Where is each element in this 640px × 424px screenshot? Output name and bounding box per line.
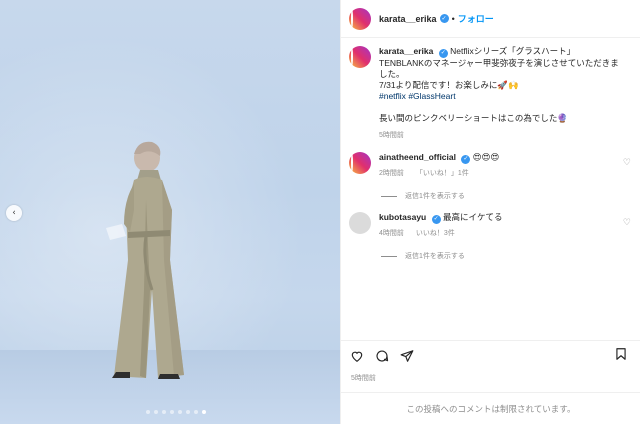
- carousel-dot: [146, 410, 150, 414]
- carousel-dot: [186, 410, 190, 414]
- comment-text: 😍😍😍: [472, 152, 500, 162]
- view-replies-button[interactable]: 返信1件を表示する: [381, 191, 465, 201]
- caption-line: 長い間のピンクベリーショートはこの為でした🔮: [379, 112, 568, 123]
- header-separator: •: [451, 13, 455, 24]
- view-replies-label: 返信1件を表示する: [405, 193, 465, 200]
- caption-body: karata__erika ✓ Netflixシリーズ「グラスハート」 TENB…: [379, 46, 619, 141]
- caption-meta: 5時間前: [379, 130, 619, 141]
- comment-time[interactable]: 2時間前: [379, 170, 404, 177]
- carousel-dot-active: [202, 410, 206, 414]
- follow-button[interactable]: フォロー: [458, 12, 494, 25]
- commenter-avatar[interactable]: [349, 152, 371, 174]
- caption-line: 7/31より配信です！お楽しみに🚀🙌: [379, 79, 519, 90]
- comment-meta: 2時間前 「いいね！」1件: [379, 168, 619, 179]
- caption-avatar[interactable]: [349, 46, 371, 68]
- post-timestamp[interactable]: 5時間前: [351, 373, 376, 383]
- post-header: karata__erika ✓ • フォロー: [341, 0, 640, 38]
- comment-likes[interactable]: 「いいね！」1件: [416, 170, 469, 177]
- replies-line: [381, 195, 397, 197]
- carousel-dot: [170, 410, 174, 414]
- comment-item: kubotasayu ✓ 最高にイケてる 4時間前 いいね！3件: [349, 212, 619, 239]
- comment-body: kubotasayu ✓ 最高にイケてる 4時間前 いいね！3件: [379, 212, 619, 239]
- heart-icon: [351, 351, 363, 362]
- post-details-panel: karata__erika ✓ • フォロー karata__erika ✓ N…: [340, 0, 640, 424]
- caption: karata__erika ✓ Netflixシリーズ「グラスハート」 TENB…: [349, 46, 619, 141]
- carousel-dot: [154, 410, 158, 414]
- post-actions-bar: [341, 340, 640, 370]
- post-image[interactable]: ‹: [0, 0, 340, 424]
- replies-line: [381, 255, 397, 257]
- caption-line: TENBLANKのマネージャー甲斐弥夜子を演じさせていただきました。: [379, 57, 619, 79]
- author-avatar[interactable]: [349, 7, 371, 30]
- chevron-left-icon: ‹: [12, 208, 16, 218]
- verified-badge-icon: ✓: [439, 14, 449, 23]
- comment-likes[interactable]: いいね！3件: [416, 230, 455, 237]
- bookmark-icon: [616, 348, 626, 360]
- caption-username[interactable]: karata__erika: [379, 46, 433, 56]
- commenter-username[interactable]: kubotasayu: [379, 212, 426, 222]
- commenter-avatar[interactable]: [349, 212, 371, 234]
- comment-text: 最高にイケてる: [443, 212, 503, 222]
- comment-meta: 4時間前 いいね！3件: [379, 228, 619, 239]
- verified-badge-icon: ✓: [461, 154, 471, 164]
- comments-restricted-notice: この投稿へのコメントは制限されています。: [341, 392, 640, 424]
- view-replies-button[interactable]: 返信1件を表示する: [381, 251, 465, 261]
- paper-plane-icon: [400, 349, 414, 362]
- like-comment-heart-icon[interactable]: ♡: [623, 218, 631, 228]
- carousel-dots: [146, 410, 206, 414]
- caption-line: Netflixシリーズ「グラスハート」: [450, 46, 576, 56]
- like-comment-heart-icon[interactable]: ♡: [623, 158, 631, 168]
- hashtag-link[interactable]: #netflix: [379, 91, 406, 101]
- carousel-dot: [162, 410, 166, 414]
- like-button[interactable]: [349, 348, 365, 364]
- person-in-coat-photo: [106, 141, 184, 379]
- verified-badge-icon: ✓: [438, 48, 448, 58]
- hashtag-link[interactable]: #GlassHeart: [408, 91, 455, 101]
- comment-item: ainatheend_official ✓ 😍😍😍 2時間前 「いいね！」1件: [349, 152, 619, 179]
- commenter-username[interactable]: ainatheend_official: [379, 152, 456, 162]
- caption-time[interactable]: 5時間前: [379, 132, 404, 139]
- author-username[interactable]: karata__erika: [379, 14, 437, 24]
- comment-icon: [376, 349, 389, 362]
- view-replies-label: 返信1件を表示する: [405, 253, 465, 260]
- verified-badge-icon: ✓: [431, 214, 441, 224]
- carousel-dot: [194, 410, 198, 414]
- comment-button[interactable]: [374, 348, 390, 364]
- previous-slide-button[interactable]: ‹: [6, 205, 22, 221]
- save-button[interactable]: [614, 347, 630, 363]
- comment-body: ainatheend_official ✓ 😍😍😍 2時間前 「いいね！」1件: [379, 152, 619, 179]
- share-button[interactable]: [399, 348, 415, 364]
- comments-section[interactable]: karata__erika ✓ Netflixシリーズ「グラスハート」 TENB…: [341, 38, 640, 338]
- comment-time[interactable]: 4時間前: [379, 230, 404, 237]
- carousel-dot: [178, 410, 182, 414]
